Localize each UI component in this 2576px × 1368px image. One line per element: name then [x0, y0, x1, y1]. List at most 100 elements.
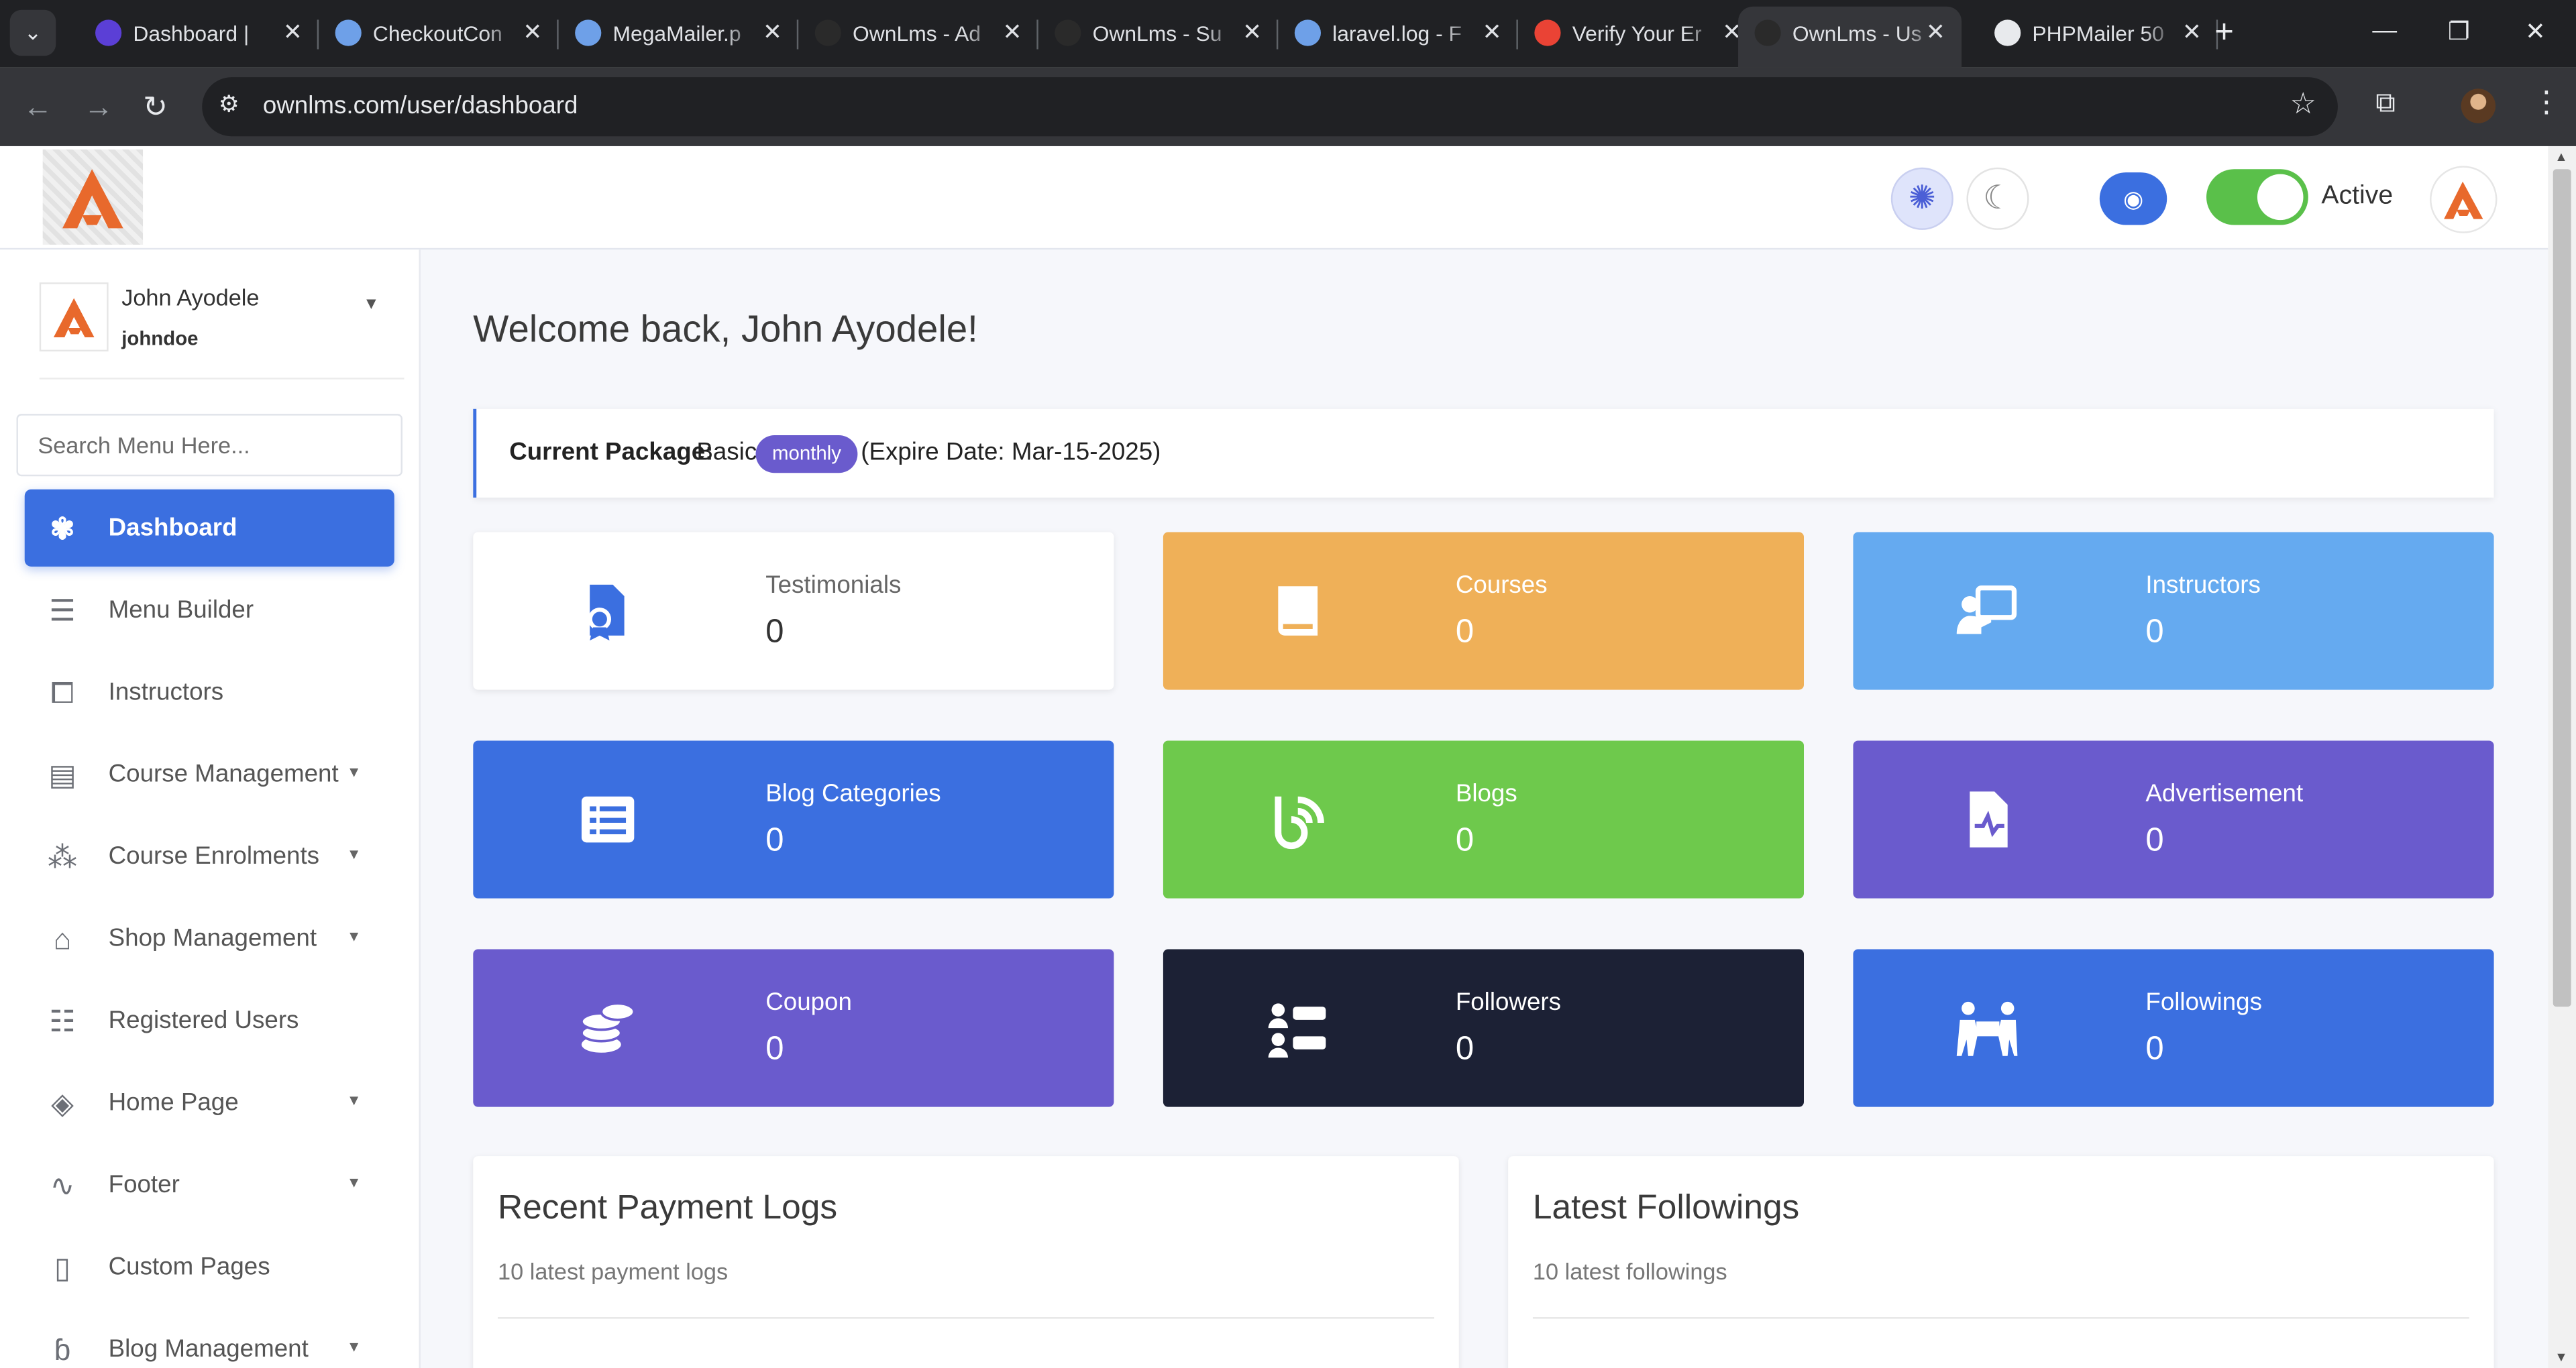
sidebar-item-course-management[interactable]: ▤ Course Management ▼ [25, 736, 394, 813]
sidebar-item-label: Footer [108, 1171, 180, 1199]
tab-close-icon[interactable]: ✕ [283, 18, 303, 46]
minimize-icon[interactable]: — [2372, 16, 2397, 44]
tab-favicon-icon [1294, 19, 1321, 46]
site-logo[interactable] [42, 149, 144, 245]
browser-tab[interactable]: laravel.log - F ✕ [1278, 0, 1518, 67]
browser-tab[interactable]: OwnLms - Ad ✕ [798, 0, 1038, 67]
bookmark-star-icon[interactable]: ☆ [2290, 87, 2317, 121]
tab-title: MegaMailer.p [612, 21, 757, 46]
extensions-puzzle-icon[interactable]: ⧉ [2375, 87, 2396, 120]
sidebar-item-instructors[interactable]: ⧠ Instructors [25, 654, 394, 731]
scrollbar-thumb[interactable] [2553, 169, 2571, 1007]
tab-search-chevron-icon[interactable]: ⌄ [9, 9, 56, 56]
profile-avatar[interactable] [2461, 89, 2496, 123]
tab-title: OwnLms - Us [1792, 21, 1937, 46]
tab-title: CheckoutCon [373, 21, 518, 46]
tab-close-icon[interactable]: ✕ [763, 18, 782, 46]
chevron-down-icon: ▼ [346, 846, 362, 862]
browser-tab[interactable]: OwnLms - Su ✕ [1038, 0, 1279, 67]
tab-close-icon[interactable]: ✕ [523, 18, 542, 46]
menu-search-input[interactable] [16, 414, 403, 477]
forward-arrow-icon[interactable]: → [84, 91, 113, 125]
divider [1532, 1317, 2469, 1319]
sidebar-item-registered-users[interactable]: ☷ Registered Users [25, 982, 394, 1060]
browser-tab[interactable]: PHPMailer 50 ✕ [1978, 0, 2218, 67]
sidebar-item-label: Dashboard [108, 514, 237, 543]
tab-close-icon[interactable]: ✕ [1926, 18, 1945, 46]
light-mode-sun-icon[interactable]: ✺ [1890, 167, 1953, 230]
divider [498, 1317, 1434, 1319]
app-header: ✺ ☾ ◉ Active [0, 146, 2548, 250]
sidebar-item-home-page[interactable]: ◈ Home Page ▼ [25, 1064, 394, 1141]
stat-card-instructors[interactable]: Instructors 0 [1853, 532, 2494, 690]
card-title: Followings [2145, 988, 2262, 1017]
tab-close-icon[interactable]: ✕ [1003, 18, 1022, 46]
chevron-down-icon[interactable]: ▼ [363, 296, 379, 314]
sidebar-item-dashboard[interactable]: ✾ Dashboard [24, 489, 394, 567]
stat-card-blog-categories[interactable]: Blog Categories 0 [473, 740, 1114, 899]
tab-title: Verify Your Er [1572, 21, 1717, 46]
panel-title: Recent Payment Logs [498, 1189, 838, 1227]
page-scrollbar[interactable]: ▲ ▼ [2548, 146, 2576, 1368]
card-value: 0 [765, 822, 784, 859]
book-icon [1278, 586, 1318, 636]
scroll-down-arrow-icon[interactable]: ▼ [2555, 1350, 2567, 1365]
scroll-up-arrow-icon[interactable]: ▲ [2555, 150, 2567, 164]
tab-favicon-icon [335, 19, 362, 46]
stat-card-blogs[interactable]: Blogs 0 [1163, 740, 1805, 899]
browser-tab[interactable]: MegaMailer.p ✕ [559, 0, 799, 67]
stat-card-followings[interactable]: Followings 0 [1853, 949, 2494, 1107]
status-toggle[interactable] [2206, 169, 2308, 225]
avatar-logo-icon [2444, 181, 2483, 219]
tab-close-icon[interactable]: ✕ [2182, 18, 2202, 46]
tab-close-icon[interactable]: ✕ [1242, 18, 1262, 46]
restore-icon[interactable]: ❐ [2448, 16, 2470, 46]
url-text[interactable]: ownlms.com/user/dashboard [263, 92, 578, 120]
chevron-down-icon: ▼ [346, 1174, 362, 1191]
browser-menu-icon[interactable]: ⋮ [2532, 85, 2561, 119]
browser-tab[interactable]: OwnLms - Us ✕ [1738, 6, 1962, 68]
certificate-icon [588, 584, 625, 641]
sidebar-item-custom-pages[interactable]: ▯ Custom Pages [25, 1229, 394, 1306]
site-info-icon[interactable]: ⚙ [219, 91, 239, 119]
browser-tab[interactable]: Verify Your Er ✕ [1518, 0, 1758, 67]
chalkboard-teacher-icon [1956, 585, 2017, 634]
toggle-knob [2257, 174, 2304, 221]
stat-card-courses[interactable]: Courses 0 [1163, 532, 1805, 690]
chevron-down-icon: ▼ [346, 763, 362, 781]
store-icon: ⌂ [53, 923, 72, 956]
browser-toolbar: ← → ↻ ⚙ ownlms.com/user/dashboard ☆ [0, 67, 2576, 146]
sidebar-item-label: Blog Management [108, 1335, 309, 1363]
reload-icon[interactable]: ↻ [143, 91, 168, 125]
card-value: 0 [2145, 822, 2164, 859]
header-avatar[interactable] [2430, 166, 2498, 233]
stat-card-advertisement[interactable]: Advertisement 0 [1853, 740, 2494, 899]
browser-tab[interactable]: CheckoutCon ✕ [319, 0, 559, 67]
bars-icon: ☰ [49, 594, 76, 628]
users-grid-icon: ⁂ [48, 840, 78, 874]
card-title: Courses [1455, 571, 1548, 600]
close-window-icon[interactable]: ✕ [2525, 16, 2546, 46]
sidebar-user[interactable]: John Ayodele johndoe ▼ [39, 279, 384, 378]
sidebar-item-shop-management[interactable]: ⌂ Shop Management ▼ [25, 900, 394, 977]
tab-close-icon[interactable]: ✕ [1483, 18, 1502, 46]
panel-title: Latest Followings [1532, 1189, 1800, 1227]
sidebar-item-menu-builder[interactable]: ☰ Menu Builder [25, 571, 394, 648]
dark-mode-moon-icon[interactable]: ☾ [1966, 167, 2029, 230]
card-title: Followers [1455, 988, 1562, 1017]
current-package-bar: Current Package: Basic monthly (Expire D… [473, 408, 2494, 498]
view-site-eye-icon[interactable]: ◉ [2099, 172, 2167, 225]
stat-card-coupon[interactable]: Coupon 0 [473, 949, 1114, 1107]
blog-icon [1275, 796, 1324, 850]
sidebar-item-course-enrolments[interactable]: ⁂ Course Enrolments ▼ [25, 818, 394, 895]
stat-card-followers[interactable]: Followers 0 [1163, 949, 1805, 1107]
sidebar-item-blog-management[interactable]: ɓ Blog Management ▼ [25, 1310, 394, 1368]
sidebar-item-footer[interactable]: ∿ Footer ▼ [25, 1146, 394, 1223]
stat-card-testimonials[interactable]: Testimonials 0 [473, 532, 1114, 690]
new-tab-plus-icon[interactable]: + [2214, 15, 2234, 52]
back-arrow-icon[interactable]: ← [23, 91, 52, 125]
tab-favicon-icon [575, 19, 602, 46]
address-bar[interactable]: ⚙ ownlms.com/user/dashboard ☆ [202, 77, 2338, 137]
user-name: John Ayodele [121, 284, 260, 310]
browser-tab[interactable]: Dashboard | ✕ [79, 0, 319, 67]
